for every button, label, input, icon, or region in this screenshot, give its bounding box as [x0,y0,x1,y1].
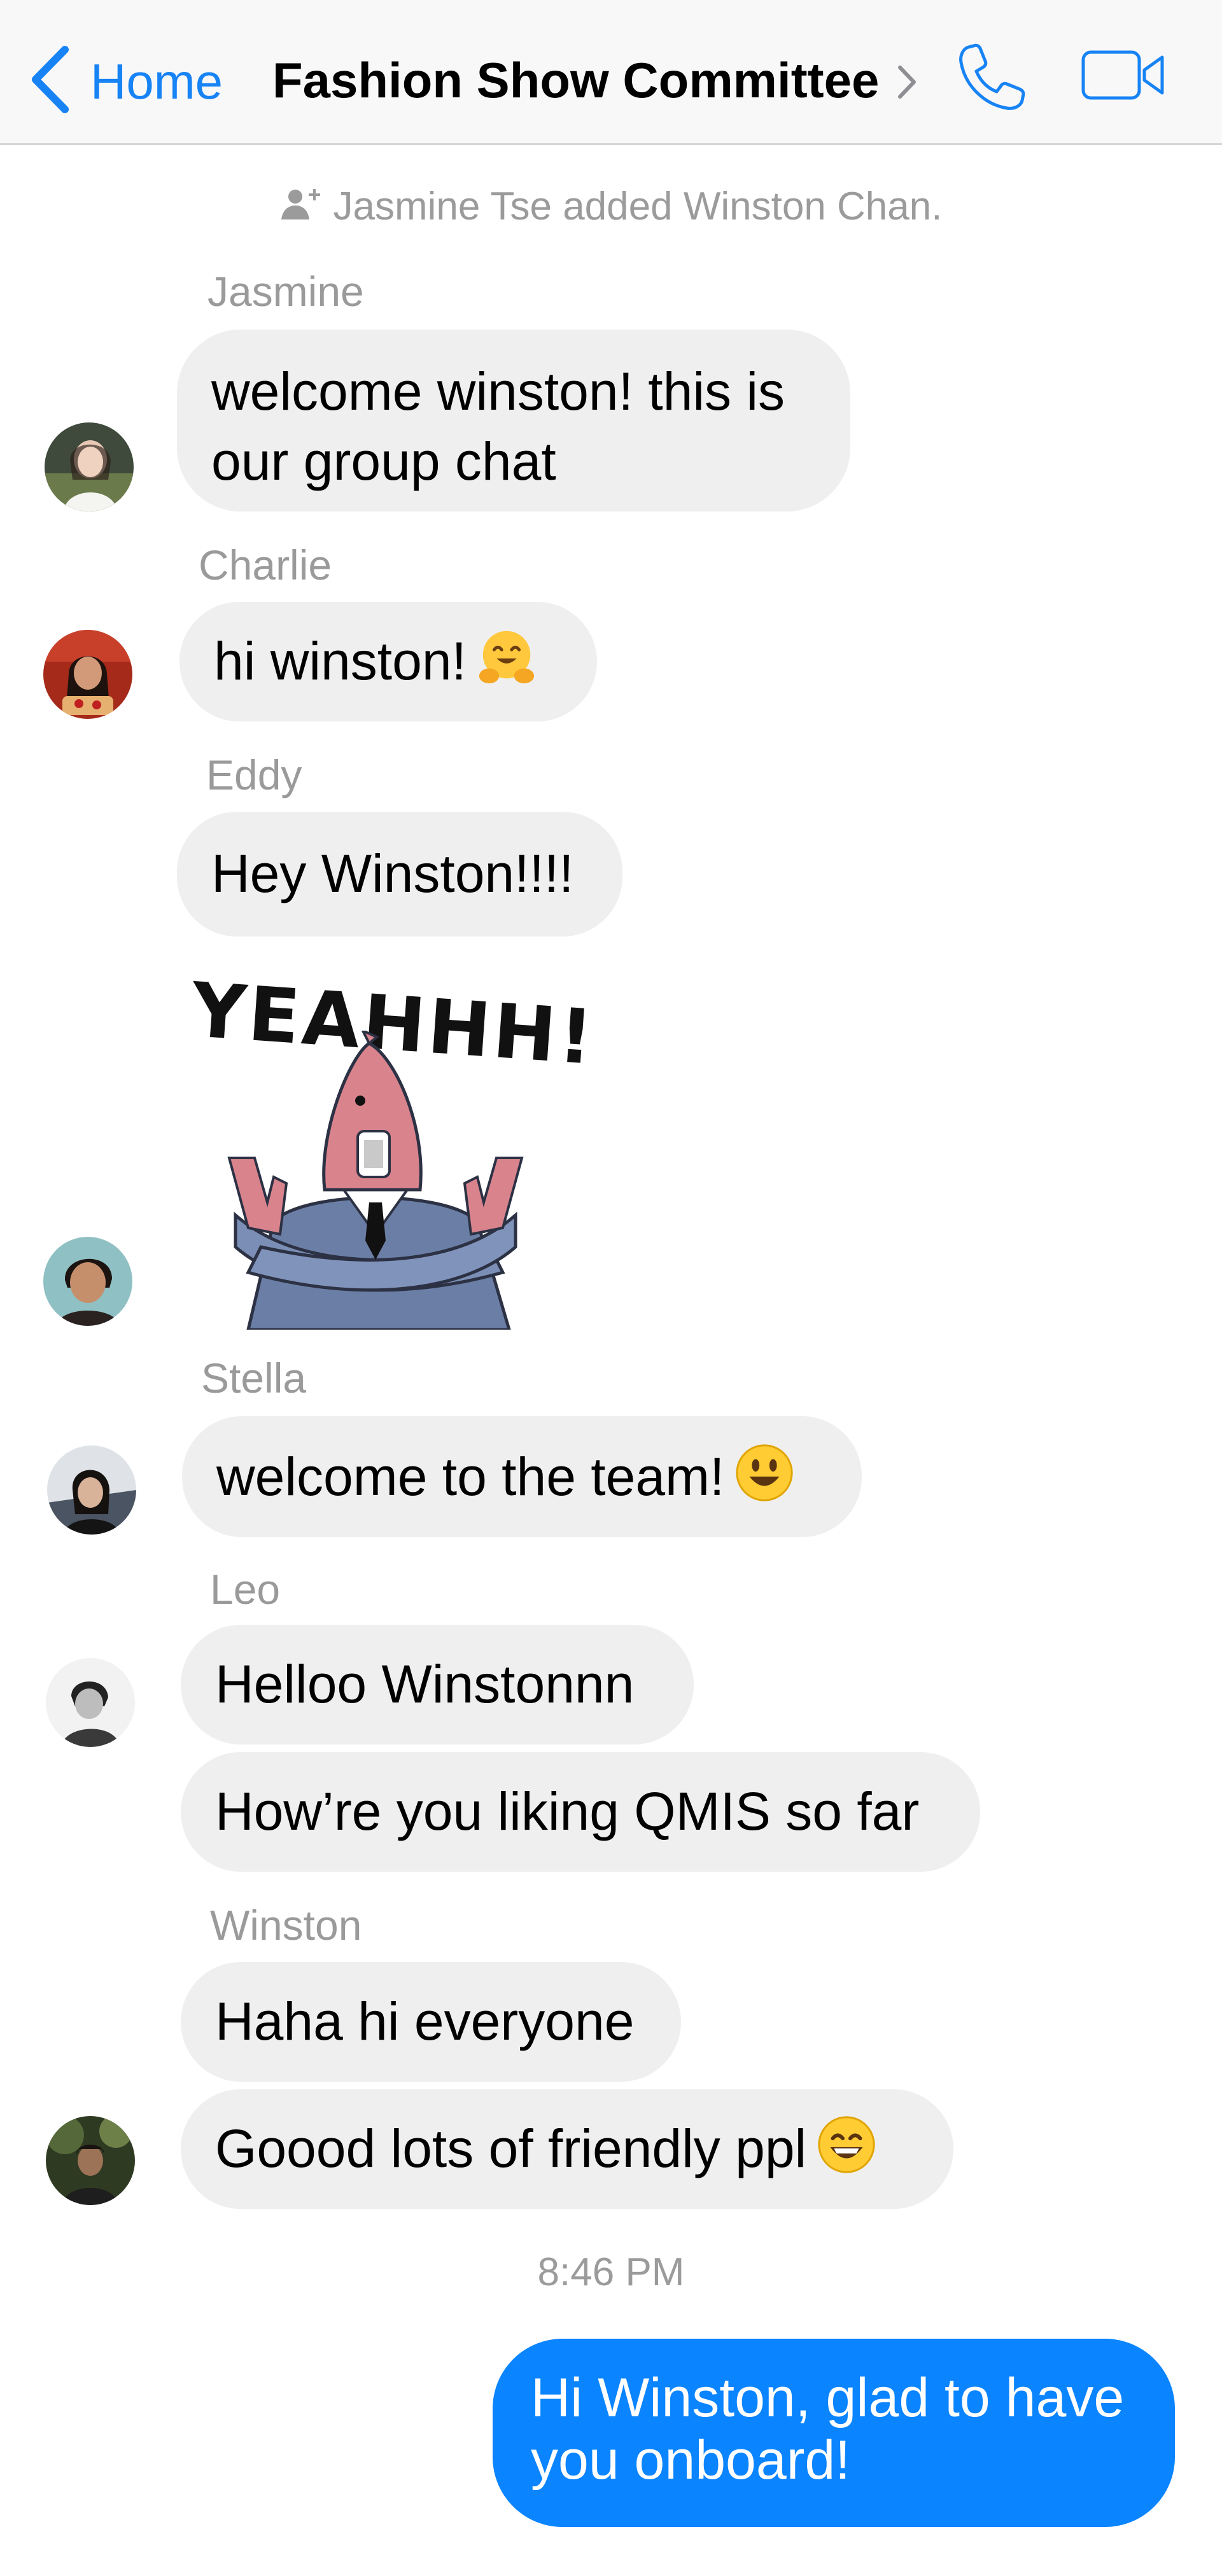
message-text: Helloo Winstonnn [215,1654,635,1714]
message-text: Goood lots of friendly ppl [215,2119,807,2178]
sticker-yeahhh[interactable]: YEAHHH! [188,954,598,1330]
system-notice-text: Jasmine Tse added Winston Chan. [333,184,943,228]
conversation-title[interactable]: Fashion Show Committee [272,50,879,111]
message-bubble[interactable]: Hey Winston!!!! [177,812,622,936]
back-button[interactable]: Home [90,51,223,112]
avatar-winston-image [46,2116,135,2205]
message-bubble[interactable]: Goood lots of friendly ppl [181,2089,953,2209]
avatar-charlie-image [43,630,132,719]
sender-name: Stella [201,1354,307,1402]
sender-name: Eddy [206,751,302,798]
message-bubble[interactable]: Helloo Winstonnn [181,1625,694,1744]
sender-name: Charlie [199,541,332,588]
message-text: welcome to the team! [216,1447,725,1507]
avatar[interactable] [47,1445,136,1535]
avatar[interactable] [43,630,132,719]
message-line: our group chat [211,431,556,491]
avatar-eddy-image [43,1237,132,1326]
system-notice: Jasmine Tse added Winston Chan. [0,183,1222,230]
message-bubble[interactable]: How’re you liking QMIS so far [181,1752,980,1872]
my-message-bubble[interactable]: Hi Winston, glad to have you onboard! [493,2339,1175,2527]
add-person-icon [281,189,320,219]
avatar-jasmine-image [45,422,134,512]
message-text: Hey Winston!!!! [211,844,574,903]
message-text: Haha hi everyone [215,1991,635,2051]
message-bubble[interactable]: welcome to the team! [182,1416,862,1537]
timestamp: 8:46 PM [537,2250,685,2294]
avatar-leo-image [46,1658,135,1747]
avatar[interactable] [46,1658,135,1747]
navigation-bar: Home Fashion Show Committee [0,0,1222,145]
phone-icon[interactable] [955,41,1029,115]
message-line: you onboard! [531,2430,851,2491]
message-text: How’re you liking QMIS so far [215,1781,920,1841]
message-line: Hi Winston, glad to have [531,2367,1125,2428]
message-text: hi winston! [214,631,467,691]
sender-name: Leo [210,1566,281,1613]
message-line: welcome winston! this is [211,361,785,421]
chevron-right-icon[interactable] [896,64,918,101]
message-bubble[interactable]: Haha hi everyone [181,1962,681,2082]
avatar[interactable] [45,422,134,512]
smiley-emoji [736,1444,793,1501]
video-camera-icon[interactable] [1081,47,1166,104]
sender-name: Winston [210,1902,362,1949]
hugging-face-emoji [479,630,534,684]
sender-name: Jasmine [207,268,364,315]
avatar[interactable] [43,1237,132,1326]
grinning-emoji [818,2116,875,2173]
avatar[interactable] [46,2116,135,2205]
fish-character-illustration [227,1031,524,1330]
message-bubble[interactable]: welcome winston! this is our group chat [177,330,850,512]
message-bubble[interactable]: hi winston! [179,602,597,721]
chevron-left-icon[interactable] [28,45,73,115]
avatar-stella-image [47,1445,136,1535]
